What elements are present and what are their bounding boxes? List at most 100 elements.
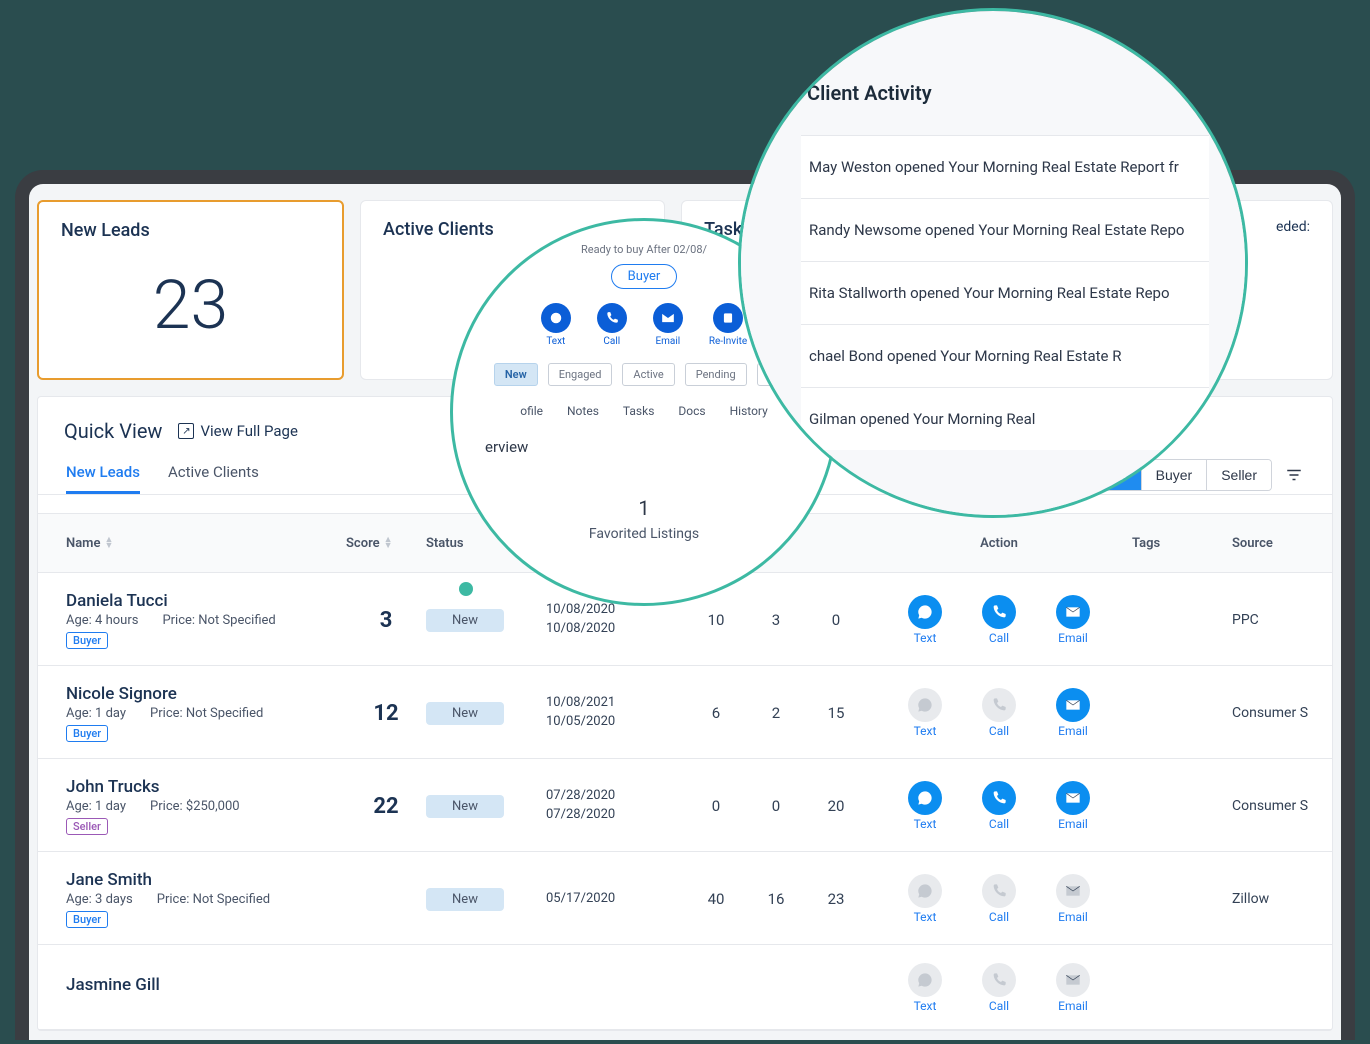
lead-age: Age: 4 hours	[66, 613, 138, 628]
lead-dates	[546, 979, 686, 998]
row-action-text-icon	[908, 781, 942, 815]
table-row[interactable]: Nicole Signore Age: 1 day Price: Not Spe…	[38, 666, 1332, 759]
buyer-pill: Buyer	[611, 264, 678, 289]
filter-buyer[interactable]: Buyer	[1141, 460, 1207, 490]
row-action-call[interactable]: Call	[982, 874, 1016, 924]
activity-item[interactable]: Randy Newsome opened Your Morning Real E…	[801, 198, 1209, 261]
row-action-email-icon	[1056, 781, 1090, 815]
view-full-page-link[interactable]: ↗ View Full Page	[178, 422, 297, 440]
row-actions: Text Call Email	[866, 874, 1132, 924]
expand-icon: ↗	[178, 423, 194, 439]
lead-price: Price: $250,000	[150, 799, 240, 814]
action-call[interactable]: Call	[597, 303, 627, 347]
row-action-text[interactable]: Text	[908, 688, 942, 738]
row-actions: Text Call Email	[866, 781, 1132, 831]
row-action-call[interactable]: Call	[982, 781, 1016, 831]
lead-cell: Daniela Tucci Age: 4 hours Price: Not Sp…	[66, 591, 346, 649]
row-action-text-icon	[908, 688, 942, 722]
row-action-text[interactable]: Text	[908, 963, 942, 1013]
lead-age: Age: 1 day	[66, 706, 126, 721]
row-action-text-icon	[908, 874, 942, 908]
row-action-email-icon	[1056, 688, 1090, 722]
activity-item[interactable]: chael Bond opened Your Morning Real Esta…	[801, 324, 1209, 387]
action-email[interactable]: Email	[653, 303, 683, 347]
status-pill: New	[426, 795, 504, 818]
count-3: 20	[806, 797, 866, 815]
row-action-email-icon	[1056, 874, 1090, 908]
row-actions: Text Call Email	[866, 595, 1132, 645]
row-action-call[interactable]: Call	[982, 595, 1016, 645]
lead-age: Age: 1 day	[66, 799, 126, 814]
lead-dates: 07/28/202007/28/2020	[546, 787, 686, 825]
stage-pending[interactable]: Pending	[685, 363, 747, 386]
row-action-text[interactable]: Text	[908, 595, 942, 645]
lead-name: Jasmine Gill	[66, 975, 346, 995]
row-action-call-icon	[982, 688, 1016, 722]
lead-type-badge: Buyer	[66, 725, 108, 742]
filter-seller[interactable]: Seller	[1206, 460, 1271, 490]
stage-engaged[interactable]: Engaged	[548, 363, 613, 386]
col-name[interactable]: Name	[66, 536, 100, 551]
favorited-listings-stat: 1 Favorited Listings	[479, 496, 809, 542]
row-action-email[interactable]: Email	[1056, 688, 1090, 738]
lead-cell: Jasmine Gill	[66, 975, 346, 1001]
card-title: New Leads	[61, 220, 320, 241]
row-action-call[interactable]: Call	[982, 963, 1016, 1013]
lead-cell: Nicole Signore Age: 1 day Price: Not Spe…	[66, 684, 346, 742]
count-2: 2	[746, 704, 806, 722]
detail-tab-ofile[interactable]: ofile	[520, 404, 543, 418]
lead-dates: 10/08/202110/05/2020	[546, 694, 686, 732]
tab-new-leads[interactable]: New Leads	[66, 463, 140, 494]
detail-tab-docs[interactable]: Docs	[678, 404, 705, 418]
row-action-email[interactable]: Email	[1056, 781, 1090, 831]
lead-type-badge: Seller	[66, 818, 108, 835]
count-3: 0	[806, 611, 866, 629]
count-1: 10	[686, 611, 746, 629]
lead-dates: 10/08/202010/08/2020	[546, 601, 686, 639]
row-actions: Text Call Email	[866, 688, 1132, 738]
detail-tab-history[interactable]: History	[730, 404, 768, 418]
table-row[interactable]: John Trucks Age: 1 day Price: $250,000 S…	[38, 759, 1332, 852]
stage-active[interactable]: Active	[622, 363, 674, 386]
activity-item[interactable]: Gilman opened Your Morning Real	[801, 387, 1209, 450]
lead-source: Zillow	[1232, 891, 1332, 907]
card-new-leads[interactable]: New Leads 23	[37, 200, 344, 380]
row-action-text[interactable]: Text	[908, 874, 942, 924]
row-action-text[interactable]: Text	[908, 781, 942, 831]
count-3: 15	[806, 704, 866, 722]
count-2: 16	[746, 890, 806, 908]
col-status[interactable]: Status	[426, 536, 464, 551]
stage-new[interactable]: New	[494, 363, 538, 386]
activity-item[interactable]: Rita Stallworth opened Your Morning Real…	[801, 261, 1209, 324]
count-3: 23	[806, 890, 866, 908]
detail-tab-notes[interactable]: Notes	[567, 404, 599, 418]
activity-list: May Weston opened Your Morning Real Esta…	[801, 135, 1209, 450]
row-action-text-icon	[908, 963, 942, 997]
row-action-call-icon	[982, 963, 1016, 997]
client-activity-popover: Client Activity May Weston opened Your M…	[738, 8, 1248, 518]
lead-cell: Jane Smith Age: 3 days Price: Not Specif…	[66, 870, 346, 928]
col-tags: Tags	[1132, 536, 1160, 551]
col-action: Action	[980, 536, 1018, 551]
tab-active-clients[interactable]: Active Clients	[168, 463, 259, 494]
action-text[interactable]: Text	[541, 303, 571, 347]
activity-item[interactable]: May Weston opened Your Morning Real Esta…	[801, 135, 1209, 198]
row-action-text-icon	[908, 595, 942, 629]
table-row[interactable]: Jasmine Gill Text Call Email	[38, 945, 1332, 1030]
row-action-email[interactable]: Email	[1056, 963, 1090, 1013]
status-pill: New	[426, 702, 504, 725]
row-action-call[interactable]: Call	[982, 688, 1016, 738]
detail-tab-tasks[interactable]: Tasks	[623, 404, 655, 418]
table-row[interactable]: Jane Smith Age: 3 days Price: Not Specif…	[38, 852, 1332, 945]
lead-dates: 05/17/2020	[546, 890, 686, 909]
card-value: 23	[61, 265, 320, 345]
row-action-email[interactable]: Email	[1056, 595, 1090, 645]
col-score[interactable]: Score	[346, 536, 380, 551]
sort-button[interactable]	[1280, 460, 1308, 490]
lead-source: PPC	[1232, 612, 1332, 628]
lead-name: John Trucks	[66, 777, 346, 797]
row-action-email[interactable]: Email	[1056, 874, 1090, 924]
status-pill: New	[426, 888, 504, 911]
count-1: 40	[686, 890, 746, 908]
row-action-email-icon	[1056, 595, 1090, 629]
